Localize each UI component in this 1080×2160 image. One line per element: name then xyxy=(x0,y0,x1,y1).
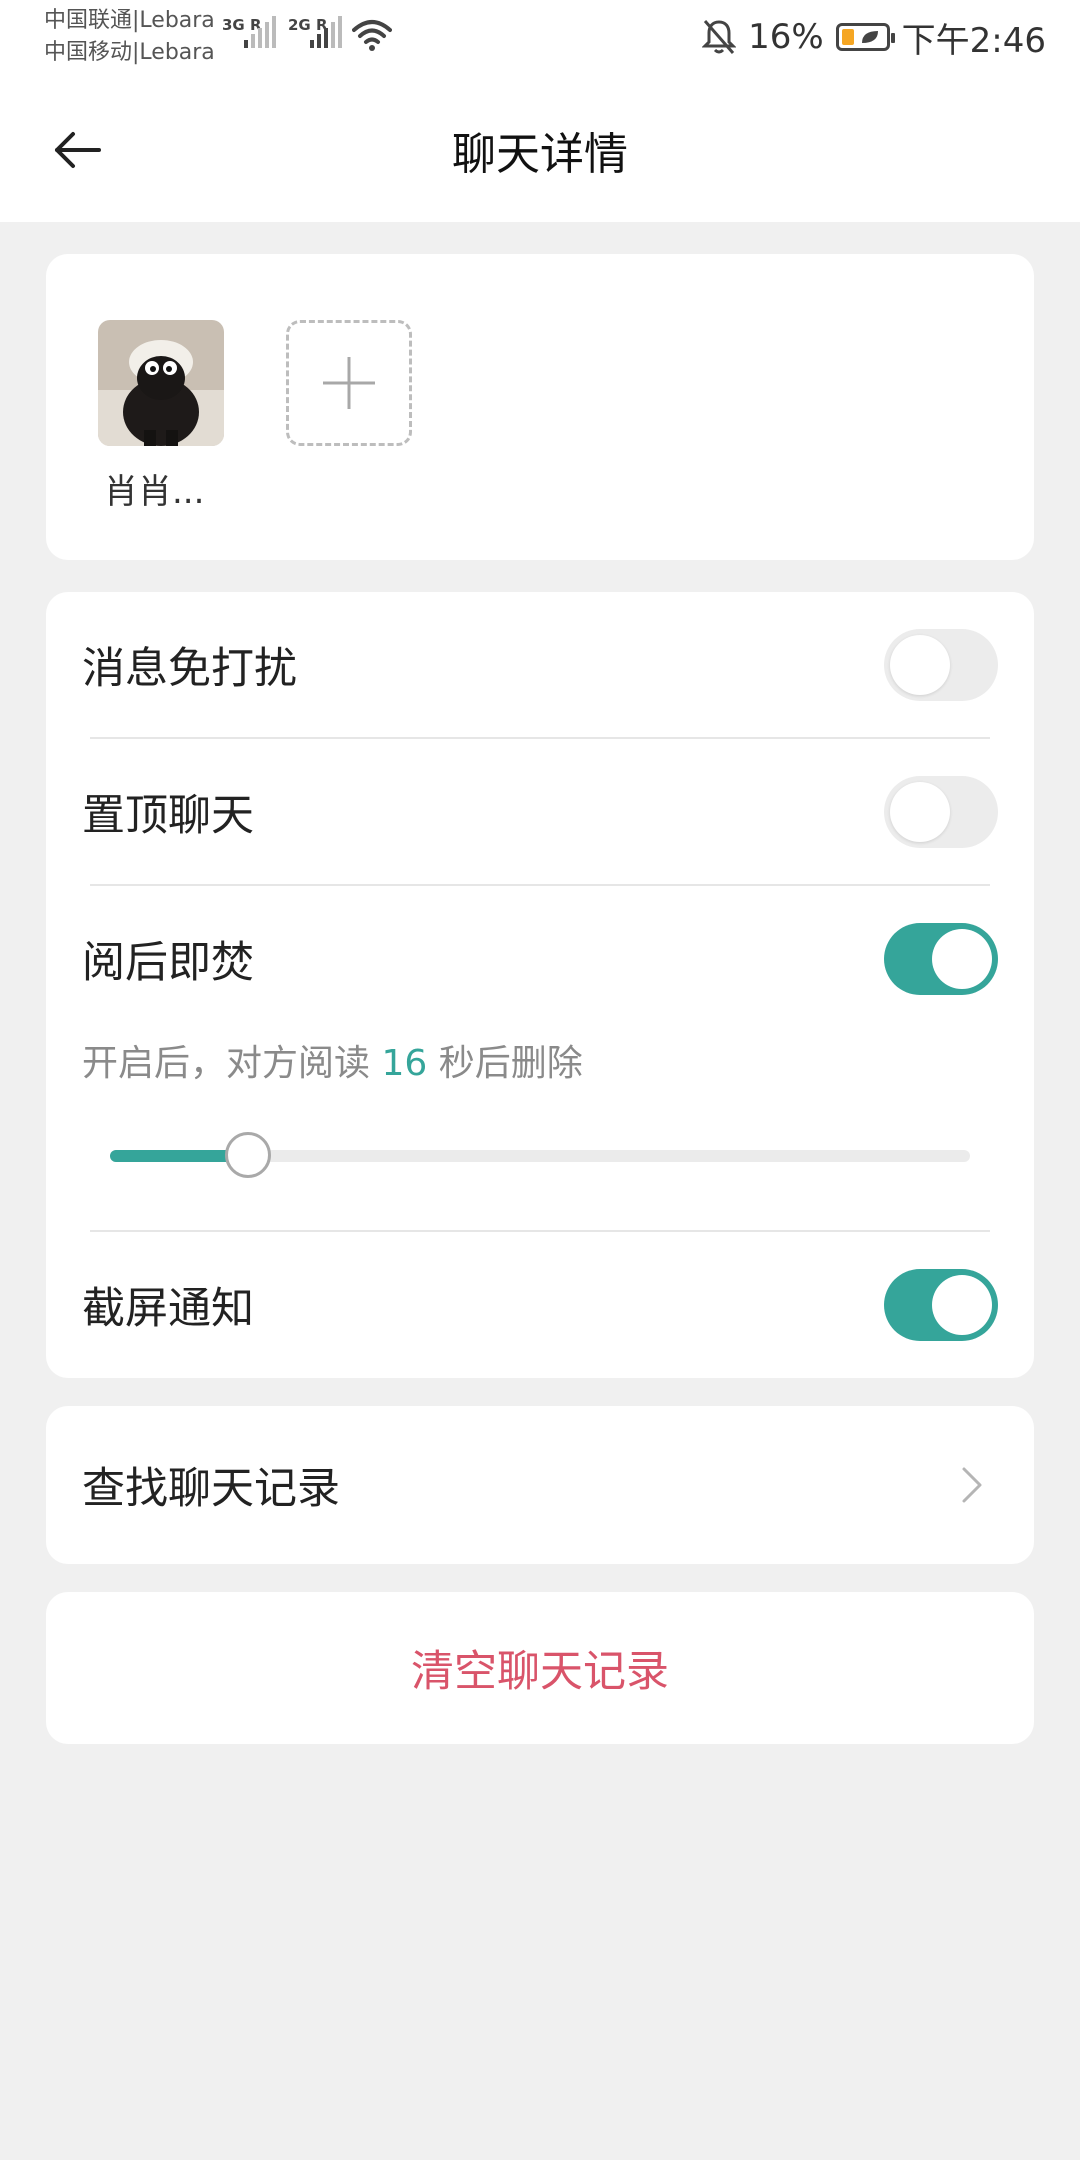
pin-label: 置顶聊天 xyxy=(82,791,254,841)
toggle-knob xyxy=(932,929,992,989)
members-card: 肖肖... xyxy=(46,254,1034,560)
toggle-knob xyxy=(890,635,950,695)
clear-history-label: 清空聊天记录 xyxy=(411,1647,669,1697)
burn-note-suffix: 秒后删除 xyxy=(438,1043,583,1084)
chevron-right-icon xyxy=(962,1467,982,1503)
wifi-icon xyxy=(352,20,392,51)
page-title: 聊天详情 xyxy=(452,129,628,180)
battery-icon xyxy=(835,23,895,51)
pin-toggle[interactable] xyxy=(884,776,998,848)
add-member-button[interactable] xyxy=(286,320,412,446)
battery-percent: 16% xyxy=(748,17,824,57)
carrier-2-label: 中国移动|Lebara xyxy=(44,40,215,65)
member-name: 肖肖... xyxy=(104,472,205,512)
title-bar: 聊天详情 xyxy=(0,78,1080,222)
plus-icon xyxy=(323,357,375,409)
burn-seconds: 16 xyxy=(381,1043,428,1084)
toggle-knob xyxy=(890,782,950,842)
clock: 下午2:46 xyxy=(901,20,1046,61)
member-item[interactable]: 肖肖... xyxy=(98,320,238,513)
signal-1-icon: 3G R xyxy=(222,16,280,52)
screenshot-row: 截屏通知 xyxy=(46,1232,1034,1378)
status-right: 16% 下午2:46 xyxy=(702,14,1046,61)
search-history-row[interactable]: 查找聊天记录 xyxy=(46,1406,1034,1564)
mute-row: 消息免打扰 xyxy=(46,592,1034,738)
burn-note: 开启后，对方阅读 16 秒后删除 xyxy=(82,1034,583,1086)
avatar[interactable] xyxy=(98,320,224,446)
signal-2-icon: 2G R xyxy=(288,16,346,52)
status-bar: 中国联通|Lebara 中国移动|Lebara 3G R 2G R 16% 下午… xyxy=(0,0,1080,78)
burn-time-slider[interactable] xyxy=(110,1120,970,1190)
search-history-label: 查找聊天记录 xyxy=(82,1464,340,1514)
mute-label: 消息免打扰 xyxy=(82,644,297,694)
bell-off-icon xyxy=(702,20,737,54)
burn-note-prefix: 开启后，对方阅读 xyxy=(82,1043,371,1084)
clear-history-button[interactable]: 清空聊天记录 xyxy=(46,1592,1034,1744)
burn-row: 阅后即焚 xyxy=(46,886,1034,1032)
burn-label: 阅后即焚 xyxy=(82,938,254,988)
settings-card: 消息免打扰 置顶聊天 阅后即焚 开启后，对方阅读 16 秒后删除 截屏通知 xyxy=(46,592,1034,1378)
screenshot-toggle[interactable] xyxy=(884,1269,998,1341)
toggle-knob xyxy=(932,1275,992,1335)
pin-row: 置顶聊天 xyxy=(46,739,1034,885)
mute-toggle[interactable] xyxy=(884,629,998,701)
screenshot-label: 截屏通知 xyxy=(82,1284,254,1334)
burn-toggle[interactable] xyxy=(884,923,998,995)
carrier-1-label: 中国联通|Lebara xyxy=(44,8,215,33)
slider-thumb[interactable] xyxy=(225,1132,271,1178)
